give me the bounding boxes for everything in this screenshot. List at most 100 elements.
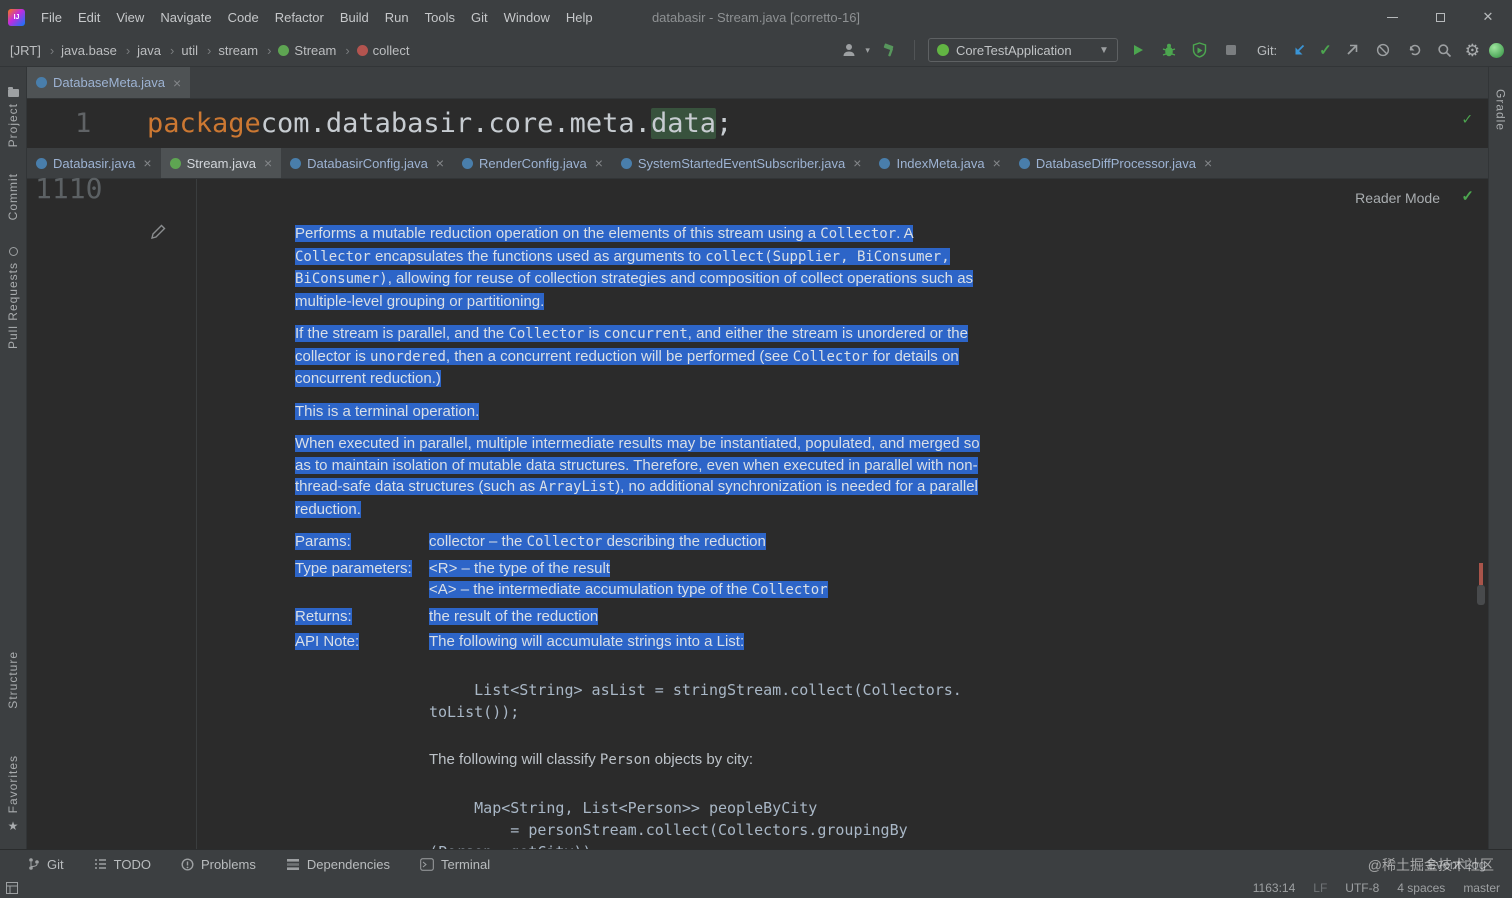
breadcrumb-item[interactable]: java.base bbox=[43, 41, 119, 60]
statusbar-widget[interactable]: 4 spaces bbox=[1397, 881, 1445, 895]
doc-paragraph: When executed in parallel, multiple inte… bbox=[295, 435, 980, 518]
tab-label: IndexMeta.java bbox=[896, 155, 985, 171]
build-hammer-icon[interactable] bbox=[879, 39, 901, 61]
tab-close-icon[interactable]: × bbox=[1204, 156, 1212, 170]
rollback-icon[interactable] bbox=[1403, 39, 1425, 61]
menu-item[interactable]: Build bbox=[332, 6, 377, 29]
commit-check-icon[interactable]: ✓ bbox=[1319, 41, 1332, 59]
menu-item[interactable]: File bbox=[33, 6, 70, 29]
menu-item[interactable]: Git bbox=[463, 6, 496, 29]
statusbar-widget[interactable]: master bbox=[1463, 881, 1500, 895]
doc-typeparams-row: Type parameters: <R> – the type of the r… bbox=[295, 558, 1055, 602]
menu-item[interactable]: Refactor bbox=[267, 6, 332, 29]
menu-item[interactable]: Window bbox=[496, 6, 558, 29]
toolwindow-label: Gradle bbox=[1493, 89, 1508, 132]
dependencies-toolwindow-button[interactable]: Dependencies bbox=[286, 857, 390, 872]
javadoc-pane[interactable]: Reader Mode ✓ Performs a mutable reducti… bbox=[197, 179, 1488, 849]
editor-tab[interactable]: SystemStartedEventSubscriber.java × bbox=[612, 148, 871, 178]
settings-gear-icon[interactable]: ⚙ bbox=[1465, 42, 1480, 59]
coverage-icon[interactable] bbox=[1189, 39, 1211, 61]
editor-tab[interactable]: DatabasirConfig.java × bbox=[281, 148, 453, 178]
statusbar-widgets: 1163:14 LF UTF-8 4 spaces master bbox=[1253, 881, 1500, 895]
editor-tab[interactable]: DatabaseDiffProcessor.java × bbox=[1010, 148, 1221, 178]
run-config-select[interactable]: CoreTestApplication ▼ bbox=[927, 38, 1118, 62]
edit-comment-pencil-icon[interactable] bbox=[149, 223, 167, 246]
profile-icon[interactable] bbox=[838, 39, 860, 61]
code-body: com.databasir.core.meta. bbox=[260, 108, 651, 139]
menu-item[interactable]: Edit bbox=[70, 6, 108, 29]
scrollbar-thumb[interactable] bbox=[1477, 585, 1485, 605]
terminal-toolwindow-button[interactable]: Terminal bbox=[420, 857, 490, 872]
tab-label: RenderConfig.java bbox=[479, 155, 587, 171]
tab-label: DatabasirConfig.java bbox=[307, 155, 428, 171]
breadcrumb-item[interactable]: [JRT] bbox=[8, 41, 43, 60]
code-highlighted-token: data bbox=[650, 108, 716, 139]
toolwindow-label: Favorites bbox=[6, 754, 20, 813]
doc-returns-row: Returns: the result of the reduction bbox=[295, 606, 1055, 628]
tab-close-icon[interactable]: × bbox=[595, 156, 603, 170]
tab-close-icon[interactable]: × bbox=[173, 76, 181, 90]
push-icon[interactable] bbox=[1341, 39, 1363, 61]
toolwindow-button[interactable]: Commit bbox=[6, 173, 20, 220]
menu-item[interactable]: View bbox=[108, 6, 152, 29]
breadcrumb-item[interactable]: collect bbox=[338, 41, 411, 60]
gutter-line-number: 1110 bbox=[35, 172, 103, 205]
breadcrumb-item[interactable]: util bbox=[163, 41, 200, 60]
toolwindow-button[interactable]: Favorites bbox=[6, 755, 20, 833]
problems-toolwindow-button[interactable]: Problems bbox=[181, 857, 256, 872]
toolwindow-button[interactable]: Structure bbox=[6, 651, 20, 709]
toolwindow-button-gradle[interactable]: Gradle bbox=[1494, 89, 1508, 131]
code-with-me-icon[interactable] bbox=[1489, 42, 1504, 58]
toolwindow-label: Problems bbox=[200, 856, 256, 872]
tab-label: SystemStartedEventSubscriber.java bbox=[637, 155, 846, 171]
event-log-button[interactable]: Event Log bbox=[1427, 857, 1486, 872]
statusbar-widget[interactable]: UTF-8 bbox=[1345, 881, 1379, 895]
breadcrumb-item[interactable]: stream bbox=[200, 41, 260, 60]
menu-item[interactable]: Run bbox=[377, 6, 417, 29]
editor-tab[interactable]: RenderConfig.java × bbox=[453, 148, 612, 178]
run-icon[interactable] bbox=[1127, 39, 1149, 61]
menu-item[interactable]: Tools bbox=[417, 6, 463, 29]
minimize-button[interactable] bbox=[1368, 0, 1416, 34]
editor-tab[interactable]: IndexMeta.java × bbox=[870, 148, 1009, 178]
doc-typeparam-r: <R> – the type of the result bbox=[429, 559, 610, 577]
editor-tab[interactable]: Stream.java × bbox=[160, 148, 282, 178]
toolwindow-button[interactable]: Project bbox=[6, 87, 20, 148]
menu-item[interactable]: Code bbox=[220, 6, 267, 29]
menu-item[interactable]: Navigate bbox=[152, 6, 219, 29]
breadcrumb-item[interactable]: java bbox=[119, 41, 163, 60]
git-branch-icon bbox=[29, 858, 39, 870]
statusbar-widget[interactable]: LF bbox=[1313, 881, 1327, 895]
editor-tab[interactable]: DatabaseMeta.java × bbox=[27, 67, 191, 98]
inspections-ok-icon[interactable]: ✓ bbox=[1461, 186, 1474, 208]
top-editor-line[interactable]: 1 package com.databasir.core.meta. data; … bbox=[27, 99, 1488, 148]
stop-icon[interactable] bbox=[1220, 39, 1242, 61]
breadcrumb-icon bbox=[356, 44, 368, 56]
breadcrumb-item[interactable]: Stream bbox=[260, 41, 338, 60]
inspections-ok-icon[interactable]: ✓ bbox=[1462, 109, 1472, 128]
close-button[interactable]: ✕ bbox=[1464, 0, 1512, 34]
tab-close-icon[interactable]: × bbox=[143, 156, 151, 170]
no-entry-icon[interactable] bbox=[1372, 39, 1394, 61]
tab-close-icon[interactable]: × bbox=[264, 156, 272, 170]
menu-item[interactable]: Help bbox=[558, 6, 601, 29]
error-stripe-mark[interactable] bbox=[1479, 563, 1483, 585]
tab-close-icon[interactable]: × bbox=[853, 156, 861, 170]
error-stripe[interactable] bbox=[1474, 179, 1488, 849]
toolwindow-toggle-icon[interactable] bbox=[6, 882, 18, 894]
search-icon[interactable] bbox=[1434, 39, 1456, 61]
update-project-icon[interactable] bbox=[1288, 39, 1310, 61]
todo-toolwindow-button[interactable]: TODO bbox=[94, 857, 151, 872]
toolwindow-label: Structure bbox=[6, 650, 20, 709]
git-toolwindow-button[interactable]: Git bbox=[28, 857, 64, 872]
ide-window: IJ File Edit View Navigate Code Refactor… bbox=[0, 0, 1512, 898]
editor-gutter[interactable]: 1110 bbox=[27, 172, 197, 849]
reader-mode-label[interactable]: Reader Mode bbox=[1355, 188, 1440, 210]
maximize-button[interactable] bbox=[1416, 0, 1464, 34]
toolwindow-button[interactable]: Pull Requests bbox=[6, 246, 20, 349]
statusbar-widget[interactable]: 1163:14 bbox=[1253, 881, 1296, 895]
toolwindow-label: Project bbox=[6, 103, 20, 148]
debug-icon[interactable] bbox=[1158, 39, 1180, 61]
tab-close-icon[interactable]: × bbox=[993, 156, 1001, 170]
tab-close-icon[interactable]: × bbox=[436, 156, 444, 170]
